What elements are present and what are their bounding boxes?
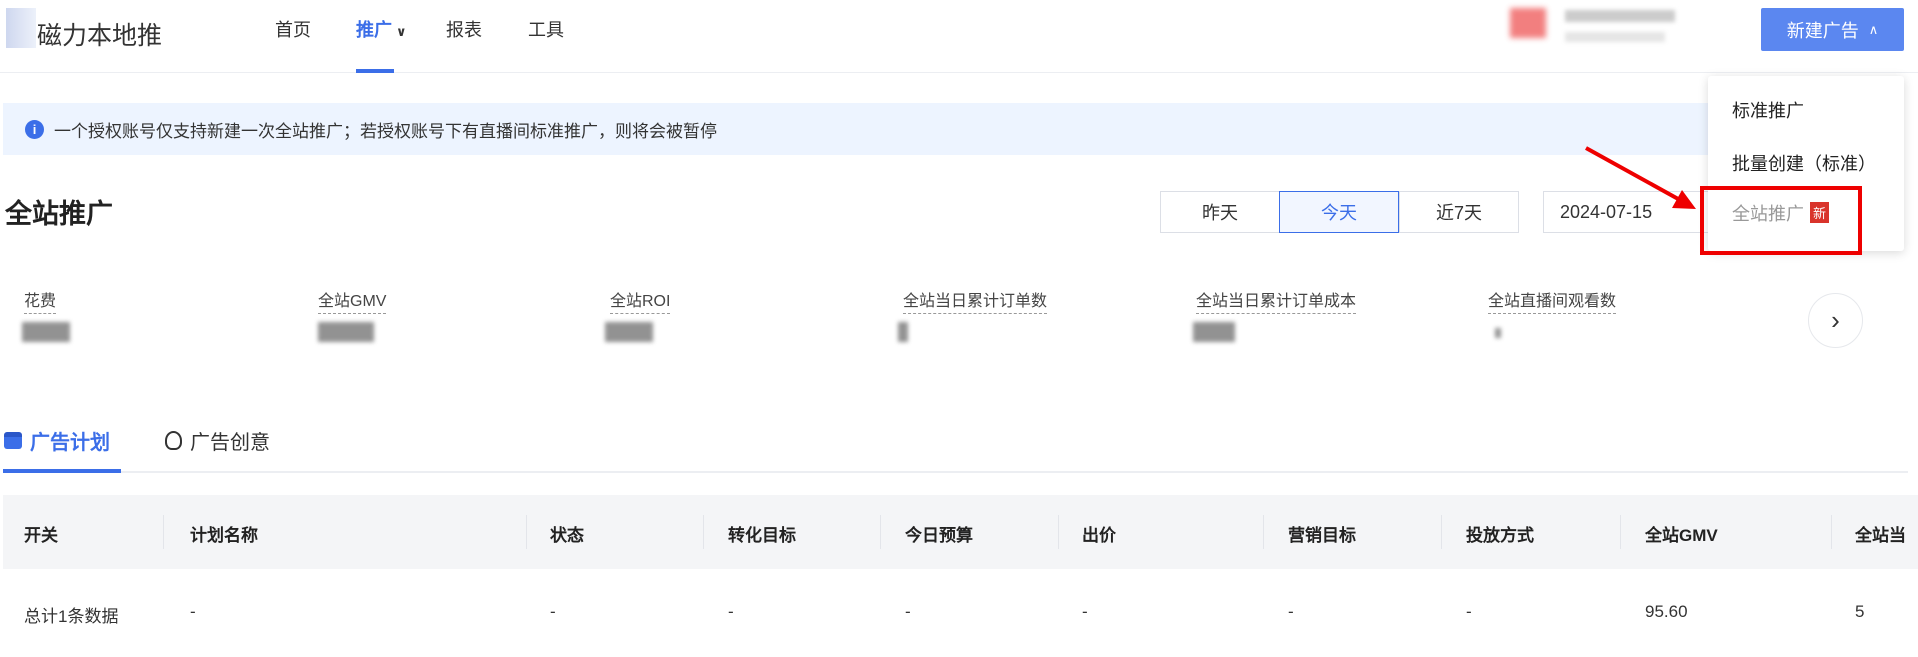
column-header: 今日预算: [905, 526, 973, 545]
logo-icon: [6, 8, 36, 48]
range-last-7-days[interactable]: 近7天: [1399, 191, 1519, 233]
table-cell: -: [905, 602, 911, 621]
range-yesterday[interactable]: 昨天: [1160, 191, 1280, 233]
range-today[interactable]: 今天: [1279, 191, 1399, 233]
table-cell: -: [550, 602, 556, 621]
column-header: 投放方式: [1466, 526, 1534, 545]
nav-reports[interactable]: 报表: [446, 16, 482, 42]
column-resizer[interactable]: [880, 515, 881, 549]
page-title: 全站推广: [5, 199, 113, 229]
metric-roi-value-blurred: [605, 322, 653, 342]
info-icon: i: [25, 119, 44, 139]
metric-orders-label: 全站当日累计订单数: [903, 287, 1048, 314]
metric-order-cost-label: 全站当日累计订单成本: [1196, 287, 1357, 314]
metric-orders-value-blurred: [898, 322, 908, 342]
column-resizer[interactable]: [163, 515, 164, 549]
banner-text: 一个授权账号仅支持新建一次全站推广；若授权账号下有直播间标准推广，则将会被暂停: [54, 121, 717, 141]
tabs-divider: [3, 471, 1908, 473]
chevron-right-icon: ›: [1831, 305, 1840, 335]
table-cell: -: [190, 602, 196, 621]
info-banner: i 一个授权账号仅支持新建一次全站推广；若授权账号下有直播间标准推广，则将会被暂…: [3, 103, 1708, 155]
column-resizer[interactable]: [1058, 515, 1059, 549]
user-id-blurred: [1565, 32, 1665, 42]
user-name-blurred: [1565, 10, 1675, 22]
user-avatar[interactable]: [1510, 8, 1546, 38]
highlight-box: [1700, 186, 1862, 255]
metrics-next-button[interactable]: ›: [1808, 293, 1863, 348]
column-resizer[interactable]: [1263, 515, 1264, 549]
chevron-down-icon: ∨: [396, 24, 407, 39]
nav-promotion[interactable]: 推广 ∨: [356, 16, 407, 42]
column-header: 全站当: [1855, 526, 1906, 545]
metric-views-value-blurred: [1495, 328, 1501, 338]
column-resizer[interactable]: [1620, 515, 1621, 549]
tab-ad-plans[interactable]: 广告计划: [4, 426, 110, 455]
column-resizer[interactable]: [703, 515, 704, 549]
nav-active-indicator: [356, 69, 394, 73]
nav-tools[interactable]: 工具: [528, 16, 564, 42]
column-header: 状态: [550, 526, 584, 545]
new-ad-label: 新建广告: [1786, 20, 1859, 41]
column-resizer[interactable]: [1441, 515, 1442, 549]
calendar-icon: [4, 432, 22, 449]
table-cell: -: [1288, 602, 1294, 621]
column-resizer[interactable]: [1831, 515, 1832, 549]
dropdown-item-standard[interactable]: 标准推广: [1732, 97, 1804, 123]
table-cell: -: [1466, 602, 1472, 621]
table-cell: 5: [1855, 602, 1865, 621]
column-header: 全站GMV: [1645, 526, 1718, 545]
new-ad-button[interactable]: 新建广告 ∧: [1761, 8, 1904, 51]
metric-views-label: 全站直播间观看数: [1488, 287, 1617, 314]
column-header: 转化目标: [728, 526, 796, 545]
table-cell: -: [1082, 602, 1088, 621]
column-header: 营销目标: [1288, 526, 1356, 545]
nav-promotion-label: 推广: [356, 20, 392, 40]
annotation-arrow-icon: [1585, 146, 1696, 209]
column-header: 出价: [1082, 526, 1116, 545]
tab-ad-creatives-label: 广告创意: [190, 432, 270, 454]
tab-ad-plans-label: 广告计划: [30, 432, 110, 454]
table-cell-gmv: 95.60: [1645, 602, 1688, 621]
metric-spend-label: 花费: [24, 287, 57, 314]
metric-spend-value-blurred: [22, 322, 70, 342]
column-header: 开关: [24, 526, 58, 545]
tab-ad-creatives[interactable]: 广告创意: [165, 426, 270, 455]
top-header: 磁力本地推 首页 推广 ∨ 报表 工具 新建广告 ∧: [0, 0, 1918, 73]
chevron-up-icon: ∧: [1868, 21, 1879, 37]
metric-gmv-value-blurred: [318, 322, 374, 342]
dropdown-item-batch-create[interactable]: 批量创建（标准）: [1732, 150, 1876, 176]
column-resizer[interactable]: [526, 515, 527, 549]
app-logo-text: 磁力本地推: [37, 22, 163, 50]
column-header: 计划名称: [190, 526, 258, 545]
table-cell: -: [728, 602, 734, 621]
metric-roi-label: 全站ROI: [610, 287, 671, 314]
table-cell-total: 总计1条数据: [24, 607, 119, 626]
tab-active-indicator: [3, 469, 121, 473]
metric-order-cost-value-blurred: [1193, 322, 1235, 342]
lightbulb-icon: [165, 431, 182, 450]
nav-home[interactable]: 首页: [275, 16, 311, 42]
metric-gmv-label: 全站GMV: [318, 287, 387, 314]
